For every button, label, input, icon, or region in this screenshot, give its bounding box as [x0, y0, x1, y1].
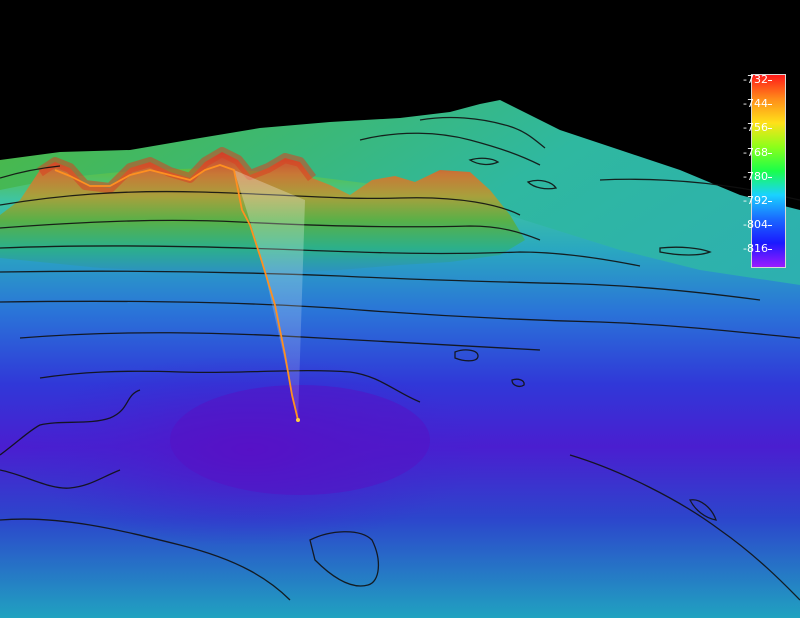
depth-legend: -732 -744 -756 -768 -780 -792 -804 -816 [718, 72, 800, 272]
legend-tick-label: -780 [743, 169, 768, 183]
legend-tick-label: -756 [743, 121, 768, 135]
legend-tick-label: -792 [743, 194, 768, 207]
deep-basin-core [170, 385, 430, 495]
legend-tick-mark [768, 152, 772, 154]
legend-tick-label: -804 [743, 218, 768, 232]
legend-tick-mark [768, 201, 772, 202]
bathymetry-3d-view [0, 0, 800, 618]
legend-tick-mark [768, 176, 772, 178]
legend-tick-label: -744 [743, 97, 768, 111]
profile-end-marker [296, 418, 300, 422]
legend-tick-mark [768, 128, 772, 130]
legend-tick-label: -816 [743, 242, 768, 256]
legend-tick-mark [768, 225, 772, 227]
legend-tick-mark [768, 80, 772, 81]
legend-tick-mark [768, 249, 772, 251]
legend-tick-mark [768, 104, 772, 106]
legend-tick-label: -732 [743, 73, 768, 86]
legend-tick-label: -768 [743, 145, 768, 159]
